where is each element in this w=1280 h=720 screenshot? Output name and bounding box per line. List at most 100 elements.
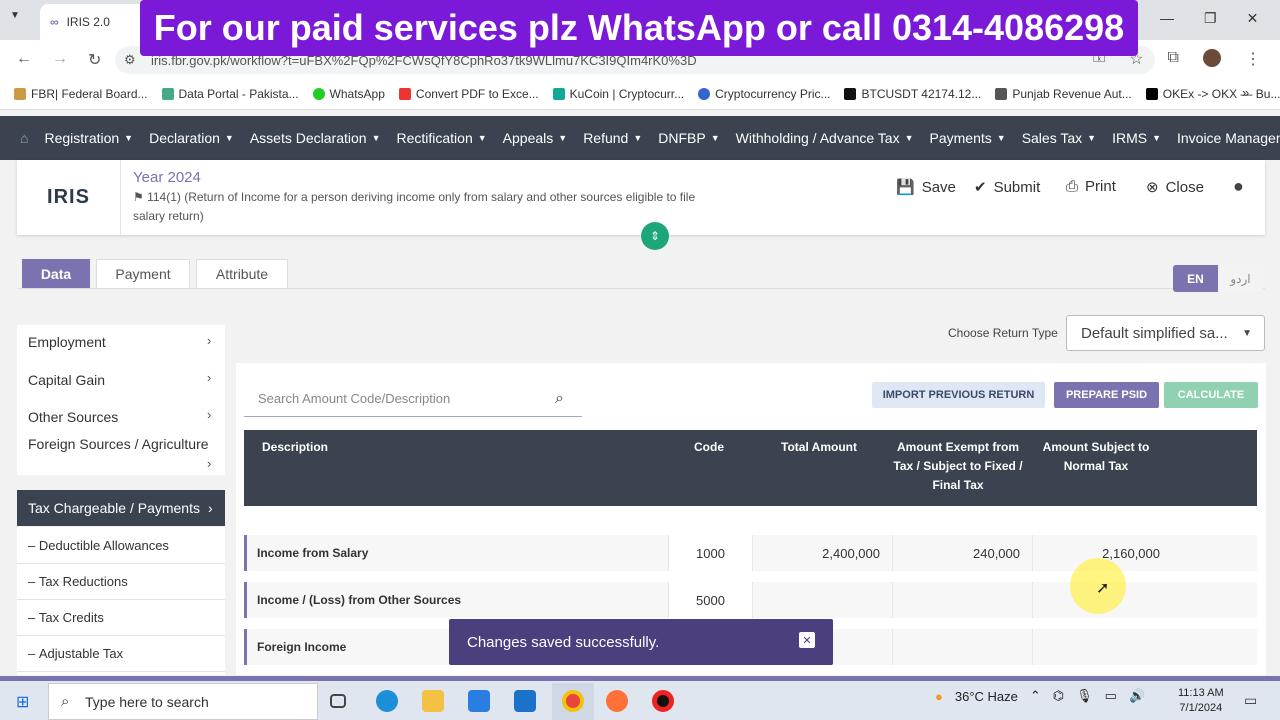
taskbar-search-input[interactable]: ⌕ Type here to search — [48, 683, 318, 720]
print-button[interactable]: ⎙ Print — [1066, 178, 1116, 195]
exempt-amount-field[interactable] — [892, 582, 1032, 618]
close-button[interactable]: ⊗ Close — [1146, 178, 1204, 197]
menu-other-sources[interactable]: Other Sources — [28, 409, 118, 425]
menu-capital-gain[interactable]: Capital Gain — [28, 372, 105, 388]
submenu-tax-reductions[interactable]: – Tax Reductions — [17, 564, 225, 600]
mic-icon[interactable]: 🎙 — [1076, 688, 1093, 704]
firefox-icon[interactable] — [606, 690, 628, 712]
return-type-label: Choose Return Type — [948, 326, 1058, 340]
exempt-amount-field[interactable]: 240,000 — [892, 535, 1032, 571]
nav-registration[interactable]: Registration ▼ — [44, 130, 133, 146]
bookmark-item[interactable]: OKEx -> OKX — Bu... — [1145, 87, 1280, 101]
menu-icon[interactable]: ⋮ — [1245, 49, 1261, 69]
tab-data[interactable]: Data — [22, 259, 90, 289]
language-toggle: EN اردو — [1173, 265, 1263, 292]
nav-refund[interactable]: Refund ▼ — [583, 130, 642, 146]
nav-arrows: ← → ↻ — [16, 50, 101, 70]
lang-urdu-button[interactable]: اردو — [1218, 265, 1263, 292]
search-icon: ⌕ — [61, 693, 70, 710]
bookmark-item[interactable]: BTCUSDT 42174.12... — [844, 87, 981, 101]
bookmark-item[interactable]: WhatsApp — [312, 87, 385, 101]
bookmark-item[interactable]: Punjab Revenue Aut... — [995, 87, 1132, 101]
iris-favicon-icon: ∞ — [50, 15, 59, 29]
menu-employment[interactable]: Employment — [28, 334, 106, 350]
menu-tax-chargeable[interactable]: Tax Chargeable / Payments › — [17, 490, 225, 526]
bookmark-item[interactable]: Cryptocurrency Pric... — [698, 87, 830, 101]
nav-rectification[interactable]: Rectification ▼ — [396, 130, 486, 146]
bookmark-item[interactable]: KuCoin | Cryptocurr... — [552, 87, 684, 101]
time: 11:13 AM — [1178, 687, 1224, 699]
submenu-tax-credits[interactable]: – Tax Credits — [17, 600, 225, 636]
import-previous-return-button[interactable]: IMPORT PREVIOUS RETURN — [872, 382, 1045, 408]
chrome-icon[interactable] — [562, 690, 584, 712]
mouse-pointer-icon: ➚ — [1096, 580, 1110, 597]
dropdown-icon: ▼ — [1242, 327, 1252, 339]
menu-foreign-sources[interactable]: Foreign Sources / Agriculture — [28, 436, 209, 452]
nav-dnfbp[interactable]: DNFBP ▼ — [658, 130, 719, 146]
more-bookmarks-icon[interactable]: » — [1242, 85, 1249, 100]
bookmark-item[interactable]: Data Portal - Pakista... — [161, 87, 299, 101]
prepare-psid-button[interactable]: PREPARE PSID — [1054, 382, 1159, 408]
tab-attribute[interactable]: Attribute — [196, 259, 288, 289]
search-icon: ⌕ — [555, 389, 564, 407]
nav-payments[interactable]: Payments ▼ — [930, 130, 1006, 146]
success-toast: Changes saved successfully. — [449, 619, 833, 665]
close-circle-icon: ⊗ — [1146, 179, 1159, 196]
mail-icon[interactable] — [514, 690, 536, 712]
maximize-icon[interactable]: ❐ — [1204, 10, 1217, 27]
taskbar-clock[interactable]: 11:13 AM 7/1/2024 — [1178, 686, 1224, 716]
normal-amount-field[interactable] — [1032, 629, 1172, 665]
profile-avatar[interactable] — [1202, 49, 1221, 67]
exempt-amount-field[interactable] — [892, 629, 1032, 665]
expand-collapse-icon[interactable]: ⇕ — [641, 222, 669, 250]
system-tray: ● 36°C Haze ⌃ ⌬ 🎙 ▭ 🔊 — [935, 688, 1145, 704]
edge-icon[interactable] — [376, 690, 398, 712]
store-icon[interactable] — [468, 690, 490, 712]
iris-logo: IRIS — [17, 160, 121, 235]
return-type-select[interactable]: Default simplified sa... ▼ — [1066, 315, 1265, 351]
forward-icon[interactable]: → — [52, 50, 68, 70]
lang-en-button[interactable]: EN — [1173, 265, 1218, 292]
bookmark-item[interactable]: FBR| Federal Board... — [14, 87, 148, 101]
nav-appeals[interactable]: Appeals ▼ — [503, 130, 568, 146]
volume-icon[interactable]: 🔊 — [1129, 688, 1145, 704]
total-amount-field[interactable]: 2,400,000 — [752, 535, 892, 571]
close-window-icon[interactable]: ✕ — [1247, 10, 1259, 27]
weather-text[interactable]: 36°C Haze — [955, 689, 1018, 704]
total-amount-field[interactable] — [752, 582, 892, 618]
nav-invoice-management[interactable]: Invoice Management▼ — [1177, 130, 1280, 146]
user-icon[interactable]: ● — [1233, 176, 1244, 197]
submit-button[interactable]: ✔ Submit — [974, 178, 1040, 197]
file-explorer-icon[interactable] — [422, 690, 444, 712]
back-icon[interactable]: ← — [16, 50, 32, 70]
record-icon[interactable] — [652, 690, 674, 712]
nav-withholding[interactable]: Withholding / Advance Tax ▼ — [736, 130, 914, 146]
notification-icon[interactable]: ▭ — [1244, 692, 1257, 709]
tab-payment[interactable]: Payment — [96, 259, 190, 289]
nav-declaration[interactable]: Declaration ▼ — [149, 130, 234, 146]
bookmark-item[interactable]: Convert PDF to Exce... — [398, 87, 539, 101]
toast-close-icon[interactable]: ✕ — [799, 632, 815, 648]
url-tune-icon[interactable]: ⚙ — [124, 52, 136, 68]
home-icon[interactable]: ⌂ — [20, 130, 28, 146]
search-input[interactable]: Search Amount Code/Description ⌕ — [244, 381, 582, 417]
battery-icon[interactable]: ▭ — [1105, 688, 1117, 704]
nav-assets-declaration[interactable]: Assets Declaration ▼ — [250, 130, 381, 146]
caret-down-icon: ▼ — [224, 133, 234, 143]
save-button[interactable]: 💾 Save — [896, 178, 956, 197]
calculate-button[interactable]: CALCULATE — [1164, 382, 1258, 408]
chevron-up-icon[interactable]: ⌃ — [1030, 688, 1041, 704]
nav-sales-tax[interactable]: Sales Tax ▼ — [1022, 130, 1096, 146]
network-icon[interactable]: ⌬ — [1053, 688, 1064, 704]
minimize-icon[interactable]: — — [1160, 10, 1174, 27]
extensions-icon[interactable]: ⧉ — [1168, 49, 1179, 69]
windows-start-icon[interactable]: ⊞ — [16, 692, 29, 712]
reload-icon[interactable]: ↻ — [88, 50, 101, 70]
tab-search-button[interactable]: ▼ — [10, 10, 20, 21]
task-view-icon[interactable] — [330, 694, 346, 708]
submenu-adjustable-tax[interactable]: – Adjustable Tax — [17, 636, 225, 672]
submenu-deductible-allowances[interactable]: – Deductible Allowances — [17, 528, 225, 564]
row-label: Income / (Loss) from Other Sources — [257, 593, 462, 607]
promo-banner: For our paid services plz WhatsApp or ca… — [140, 0, 1138, 56]
nav-irms[interactable]: IRMS ▼ — [1112, 130, 1161, 146]
